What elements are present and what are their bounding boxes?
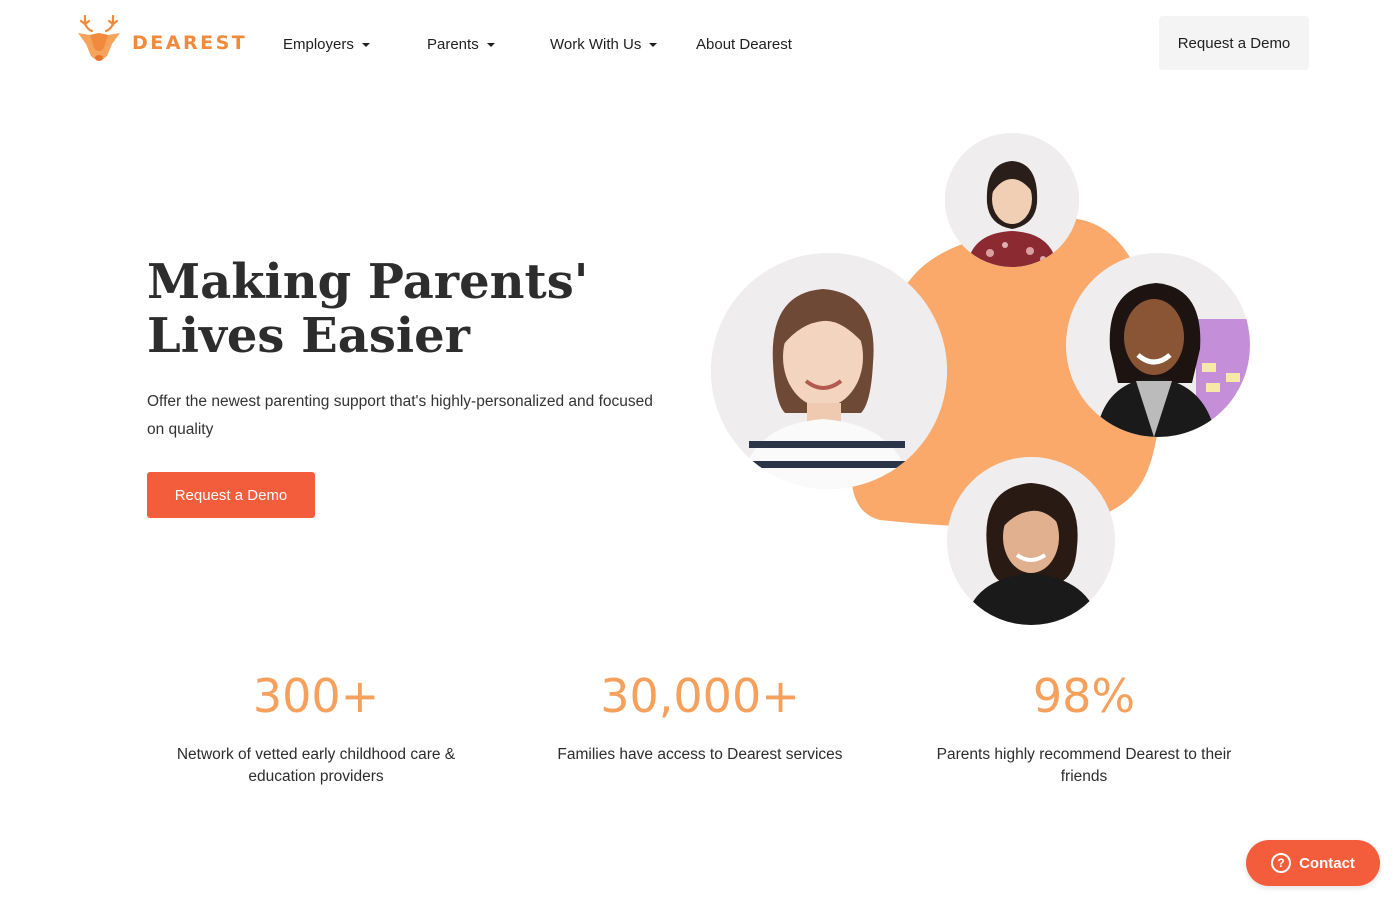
deer-head-icon [78, 14, 120, 61]
caret-down-icon [486, 42, 495, 47]
hero-subtitle: Offer the newest parenting support that'… [147, 393, 653, 438]
stat-value: 30,000+ [600, 669, 800, 723]
question-circle-icon: ? [1271, 853, 1292, 873]
hero-title-line-2: Lives Easier [147, 308, 470, 364]
nav-item-label: About Dearest [696, 36, 792, 53]
brand-logo[interactable]: DEAREST [76, 14, 247, 64]
hero-title-line-1: Making Parents' [147, 254, 589, 310]
brand-name: DEAREST [132, 32, 248, 54]
nav-item-work-with-us[interactable]: Work With Us [550, 36, 658, 53]
nav-item-label: Parents [427, 36, 479, 53]
nav-item-label: Work With Us [550, 36, 642, 53]
team-photo-1 [945, 133, 1079, 267]
nav-item-employers[interactable]: Employers [283, 36, 370, 53]
nav-request-demo-button[interactable]: Request a Demo [1159, 16, 1309, 70]
stat-label: Network of vetted early childhood care &… [176, 746, 456, 785]
stat-label: Families have access to Dearest services [557, 746, 843, 763]
stat-label: Parents highly recommend Dearest to thei… [936, 746, 1232, 785]
contact-label: Contact [1299, 854, 1355, 872]
hero-request-demo-button[interactable]: Request a Demo [147, 472, 315, 518]
person-photo-icon [945, 133, 1079, 267]
team-photo-4 [947, 457, 1115, 625]
hero-title: Making Parents' Lives Easier [147, 255, 667, 363]
stat-families: 30,000+ Families have access to Dearest … [530, 668, 870, 766]
stat-value: 98% [1032, 669, 1136, 723]
contact-button[interactable]: ? Contact [1246, 840, 1380, 886]
person-photo-icon [1066, 253, 1250, 437]
team-photo-3 [1066, 253, 1250, 437]
stat-recommend: 98% Parents highly recommend Dearest to … [914, 668, 1254, 788]
person-photo-icon [711, 253, 947, 489]
stat-value: 300+ [252, 669, 380, 723]
hero-photo-collage [700, 125, 1270, 635]
nav-item-about-dearest[interactable]: About Dearest [696, 36, 792, 53]
stat-providers: 300+ Network of vetted early childhood c… [146, 668, 486, 788]
person-photo-icon [947, 457, 1115, 625]
nav-item-parents[interactable]: Parents [427, 36, 495, 53]
caret-down-icon [649, 42, 658, 47]
caret-down-icon [361, 42, 370, 47]
nav-item-label: Employers [283, 36, 354, 53]
team-photo-2 [711, 253, 947, 489]
